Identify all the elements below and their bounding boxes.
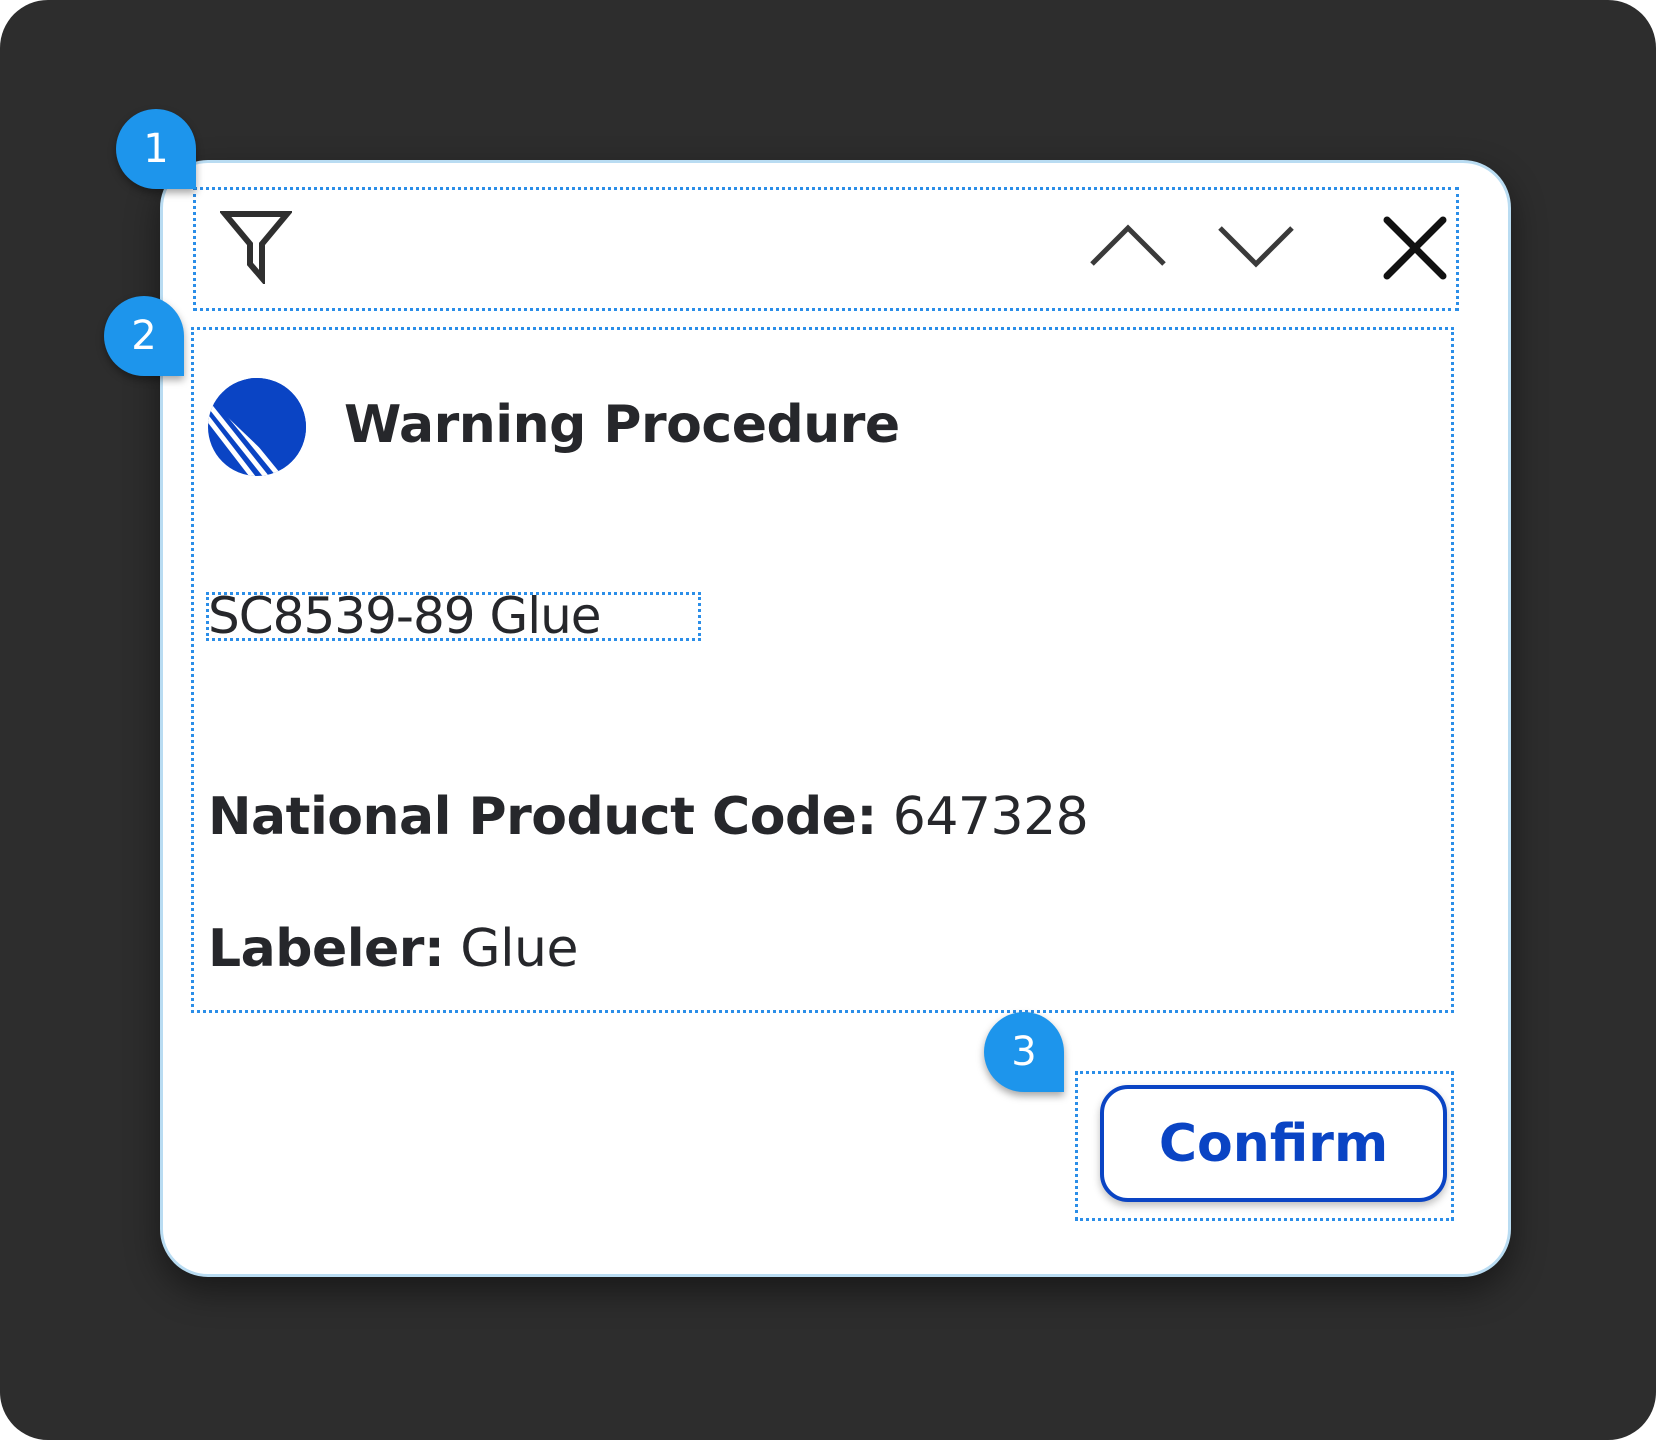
chevron-up-icon[interactable] bbox=[1088, 222, 1168, 270]
confirm-button[interactable]: Confirm bbox=[1100, 1085, 1447, 1202]
product-name: SC8539-89 Glue bbox=[208, 587, 602, 645]
labeler-row: Labeler: Glue bbox=[208, 916, 578, 982]
annotation-marker-3: 3 bbox=[984, 1012, 1064, 1092]
national-product-code-value: 647328 bbox=[892, 787, 1089, 847]
labeler-label: Labeler: bbox=[208, 919, 445, 979]
dialog-title: Warning Procedure bbox=[344, 395, 900, 455]
annotation-marker-2: 2 bbox=[104, 296, 184, 376]
labeler-value: Glue bbox=[460, 919, 578, 979]
annotation-marker-1: 1 bbox=[116, 109, 196, 189]
close-icon[interactable] bbox=[1382, 215, 1448, 281]
national-product-code-label: National Product Code: bbox=[208, 787, 877, 847]
filter-icon[interactable] bbox=[220, 208, 292, 284]
chevron-down-icon[interactable] bbox=[1216, 222, 1296, 270]
national-product-code-row: National Product Code: 647328 bbox=[208, 784, 1089, 850]
striped-circle-logo-icon bbox=[208, 378, 306, 476]
